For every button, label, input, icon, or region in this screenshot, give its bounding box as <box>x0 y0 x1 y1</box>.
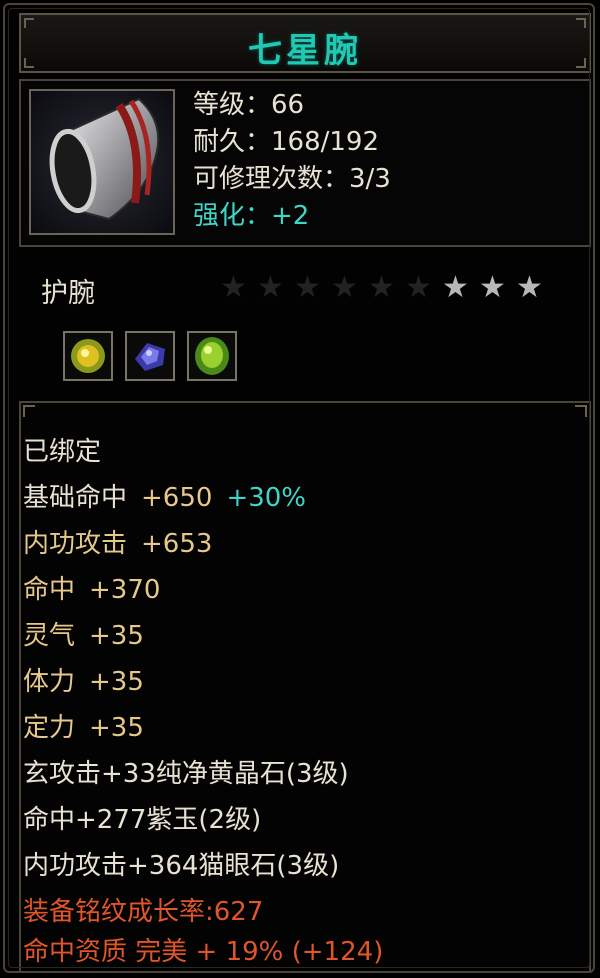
property-row: 灵气 +35 <box>23 615 144 652</box>
bracer-icon <box>29 89 175 235</box>
property-value: +35 <box>89 713 144 743</box>
item-tooltip: 七星腕 等级：66 耐久：168/192 可修理次数：3/3 强化：+2 护腕 … <box>3 3 595 973</box>
base-hit-row: 基础命中 +650 +30% <box>23 477 306 514</box>
property-label: 体力 <box>23 667 76 697</box>
star-icon: ★ <box>294 270 321 305</box>
property-row: 命中 +370 <box>23 569 160 606</box>
property-value: +35 <box>89 621 144 651</box>
property-row: 定力 +35 <box>23 707 144 744</box>
gem-bonus-line: 内功攻击+364猫眼石(3级) <box>23 851 340 881</box>
base-hit-value: +650 <box>141 483 213 513</box>
property-value: +35 <box>89 667 144 697</box>
level-stat: 等级：66 <box>193 90 305 120</box>
star-rating: ★ ★ ★ ★ ★ ★ ★ ★ ★ <box>217 271 546 305</box>
repair-count-stat: 可修理次数：3/3 <box>193 164 391 194</box>
property-value: +370 <box>89 575 161 605</box>
item-type: 护腕 <box>41 278 95 309</box>
cats-eye-gem-icon <box>187 331 237 381</box>
star-icon: ★ <box>516 270 543 305</box>
property-value: +653 <box>141 529 213 559</box>
property-label: 命中 <box>23 575 76 605</box>
enhance-stat: 强化：+2 <box>193 201 310 231</box>
gem-bonus-line: 玄攻击+33纯净黄晶石(3级) <box>23 759 349 789</box>
item-stats: 等级：66 耐久：168/192 可修理次数：3/3 强化：+2 <box>193 87 391 235</box>
star-icon: ★ <box>257 270 284 305</box>
bound-status: 已绑定 <box>23 437 102 467</box>
base-hit-bonus: +30% <box>226 483 307 513</box>
base-hit-label: 基础命中 <box>23 483 128 513</box>
property-row: 内功攻击 +653 <box>23 523 212 560</box>
purple-jade-icon <box>125 331 175 381</box>
property-label: 定力 <box>23 713 76 743</box>
star-icon: ★ <box>331 270 358 305</box>
star-icon: ★ <box>220 270 247 305</box>
star-icon: ★ <box>442 270 469 305</box>
title-bar: 七星腕 <box>19 13 591 73</box>
star-icon: ★ <box>368 270 395 305</box>
hit-quality: 命中资质 完美 + 19% (+124) <box>23 937 384 967</box>
growth-rate: 装备铭纹成长率:627 <box>23 897 264 927</box>
property-row: 体力 +35 <box>23 661 144 698</box>
star-icon: ★ <box>479 270 506 305</box>
gem-bonus-line: 命中+277紫玉(2级) <box>23 805 262 835</box>
property-label: 灵气 <box>23 621 76 651</box>
item-name: 七星腕 <box>248 31 362 71</box>
durability-stat: 耐久：168/192 <box>193 127 380 157</box>
property-label: 内功攻击 <box>23 529 128 559</box>
star-icon: ★ <box>405 270 432 305</box>
gem-slots <box>63 331 237 381</box>
yellow-gem-icon <box>63 331 113 381</box>
